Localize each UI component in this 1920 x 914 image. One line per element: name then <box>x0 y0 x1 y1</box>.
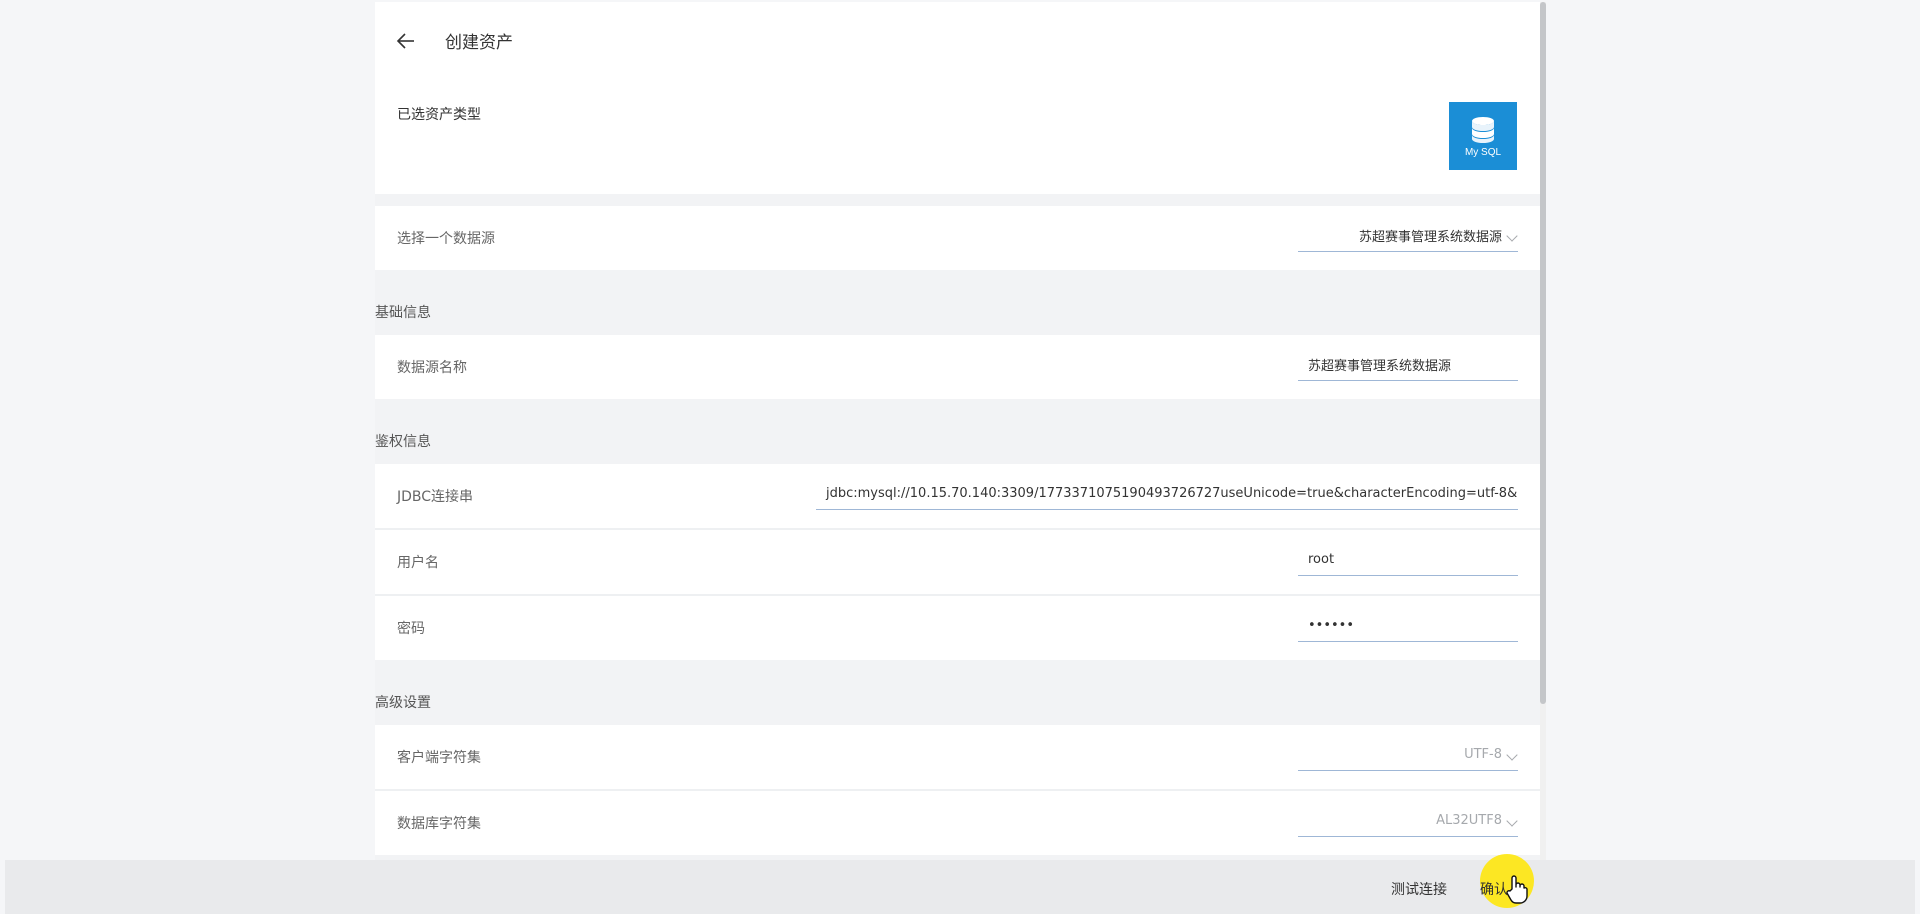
datasource-select-label: 选择一个数据源 <box>397 231 495 247</box>
scrollbar-thumb[interactable] <box>1540 2 1546 704</box>
test-connection-button[interactable]: 测试连接 <box>1391 879 1447 899</box>
section-title-auth: 鉴权信息 <box>375 434 431 450</box>
jdbc-input[interactable]: jdbc:mysql://10.15.70.140:3309/177337107… <box>816 478 1518 510</box>
hand-pointer-icon <box>1506 875 1528 904</box>
mysql-asset-tile: My SQL <box>1449 102 1517 170</box>
section-title-advanced: 高级设置 <box>375 695 431 711</box>
datasource-name-input[interactable]: 苏超赛事管理系统数据源 <box>1298 349 1518 381</box>
datasource-select-row: 选择一个数据源 苏超赛事管理系统数据源 <box>375 206 1540 270</box>
mysql-database-icon <box>1472 116 1494 143</box>
footer-bar: 测试连接 确认 <box>5 860 1915 914</box>
username-input[interactable]: root <box>1298 544 1518 576</box>
chevron-down-icon <box>1506 749 1518 761</box>
asset-type-label: 已选资产类型 <box>397 107 481 123</box>
datasource-select-value: 苏超赛事管理系统数据源 <box>1358 230 1502 245</box>
section-title-basic: 基础信息 <box>375 305 431 321</box>
client-charset-value: UTF-8 <box>1464 747 1502 762</box>
client-charset-select[interactable]: UTF-8 <box>1298 739 1518 771</box>
confirm-button-label[interactable]: 确认 <box>1480 879 1508 899</box>
db-charset-row: 数据库字符集 AL32UTF8 <box>375 791 1540 855</box>
create-asset-panel: 创建资产 已选资产类型 My SQL 选择一个数据源 苏超赛事管理系统数据源 基… <box>375 2 1540 860</box>
jdbc-label: JDBC连接串 <box>397 489 474 505</box>
db-charset-label: 数据库字符集 <box>397 816 481 832</box>
chevron-down-icon <box>1506 815 1518 827</box>
username-label: 用户名 <box>397 555 439 571</box>
mysql-tile-text: My SQL <box>1464 146 1502 158</box>
jdbc-row: JDBC连接串 jdbc:mysql://10.15.70.140:3309/1… <box>375 464 1540 528</box>
db-charset-select[interactable]: AL32UTF8 <box>1298 805 1518 837</box>
datasource-name-label: 数据源名称 <box>397 360 467 376</box>
db-charset-value: AL32UTF8 <box>1436 813 1502 828</box>
password-label: 密码 <box>397 621 425 637</box>
password-row: 密码 •••••• <box>375 596 1540 660</box>
panel-scrollbar[interactable] <box>1540 2 1546 860</box>
password-input[interactable]: •••••• <box>1298 610 1518 642</box>
arrow-left-icon[interactable] <box>395 30 417 52</box>
page-title: 创建资产 <box>445 33 513 53</box>
client-charset-label: 客户端字符集 <box>397 750 481 766</box>
chevron-down-icon <box>1506 230 1518 242</box>
datasource-name-row: 数据源名称 苏超赛事管理系统数据源 <box>375 335 1540 399</box>
client-charset-row: 客户端字符集 UTF-8 <box>375 725 1540 789</box>
header-card: 创建资产 已选资产类型 My SQL <box>375 2 1540 194</box>
datasource-select[interactable]: 苏超赛事管理系统数据源 <box>1298 220 1518 252</box>
username-row: 用户名 root <box>375 530 1540 594</box>
